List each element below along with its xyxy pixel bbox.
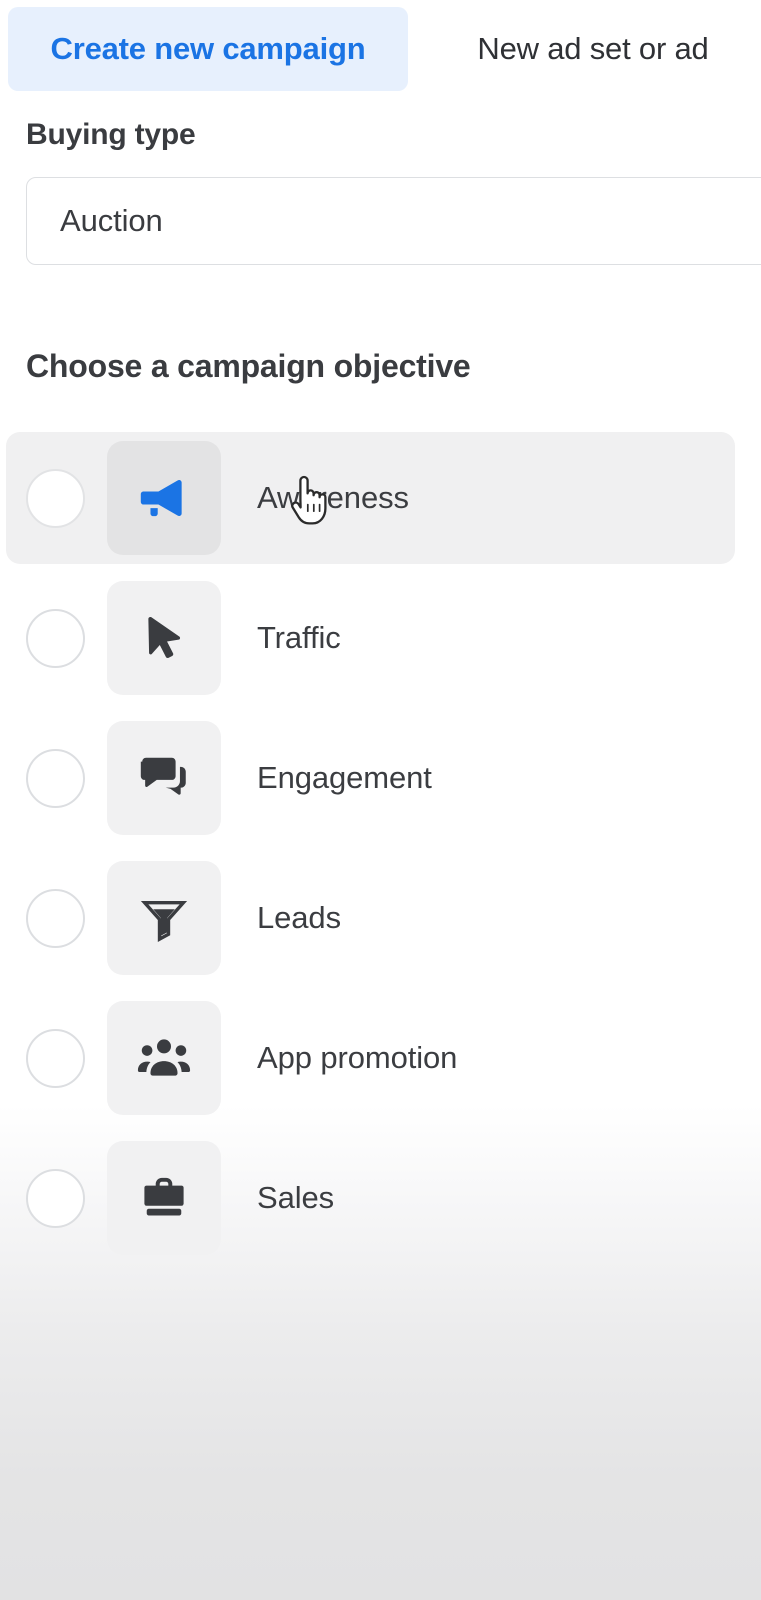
creation-mode-tabs: Create new campaign New ad set or ad <box>8 7 761 95</box>
objective-option-leads[interactable]: Leads <box>0 852 761 984</box>
objective-label: Engagement <box>257 760 432 795</box>
objective-radio-traffic[interactable] <box>26 608 85 668</box>
objective-option-app-promotion[interactable]: App promotion <box>0 992 761 1124</box>
objective-label: Awareness <box>257 480 409 515</box>
tab-new-ad-set-or-ad[interactable]: New ad set or ad <box>428 7 758 91</box>
objective-radio-awareness[interactable] <box>26 468 85 528</box>
objective-option-traffic[interactable]: Traffic <box>0 572 761 704</box>
objective-option-sales[interactable]: Sales <box>0 1132 761 1264</box>
buying-type-select[interactable]: Auction <box>26 177 761 265</box>
objective-icon-tile <box>107 1141 221 1255</box>
objective-icon-tile <box>107 1001 221 1115</box>
objective-icon-tile <box>107 581 221 695</box>
campaign-objective-list: Awareness Traffic Engagement Leads App p… <box>0 432 761 1272</box>
objective-icon-tile <box>107 441 221 555</box>
briefcase-icon <box>136 1170 192 1226</box>
speech-bubbles-icon <box>135 749 193 807</box>
buying-type-label: Buying type <box>26 118 196 151</box>
objective-label: App promotion <box>257 1040 458 1075</box>
objective-radio-leads[interactable] <box>26 888 85 948</box>
campaign-objective-heading: Choose a campaign objective <box>26 348 471 384</box>
objective-label: Traffic <box>257 620 341 655</box>
objective-radio-app-promotion[interactable] <box>26 1028 85 1088</box>
tab-create-new-campaign[interactable]: Create new campaign <box>8 7 408 91</box>
objective-label: Leads <box>257 900 341 935</box>
buying-type-selected-value: Auction <box>60 203 163 238</box>
people-group-icon <box>135 1029 193 1087</box>
objective-icon-tile <box>107 861 221 975</box>
funnel-icon <box>137 891 191 945</box>
objective-option-engagement[interactable]: Engagement <box>0 712 761 844</box>
tab-create-new-campaign-label: Create new campaign <box>50 31 366 66</box>
cursor-arrow-icon <box>136 610 192 666</box>
objective-option-awareness[interactable]: Awareness <box>0 432 761 564</box>
megaphone-icon <box>135 469 193 527</box>
objective-label: Sales <box>257 1180 335 1215</box>
objective-radio-engagement[interactable] <box>26 748 85 808</box>
objective-icon-tile <box>107 721 221 835</box>
objective-radio-sales[interactable] <box>26 1168 85 1228</box>
tab-new-ad-set-or-ad-label: New ad set or ad <box>477 31 709 66</box>
campaign-creation-panel: Create new campaign New ad set or ad Buy… <box>0 0 761 1600</box>
